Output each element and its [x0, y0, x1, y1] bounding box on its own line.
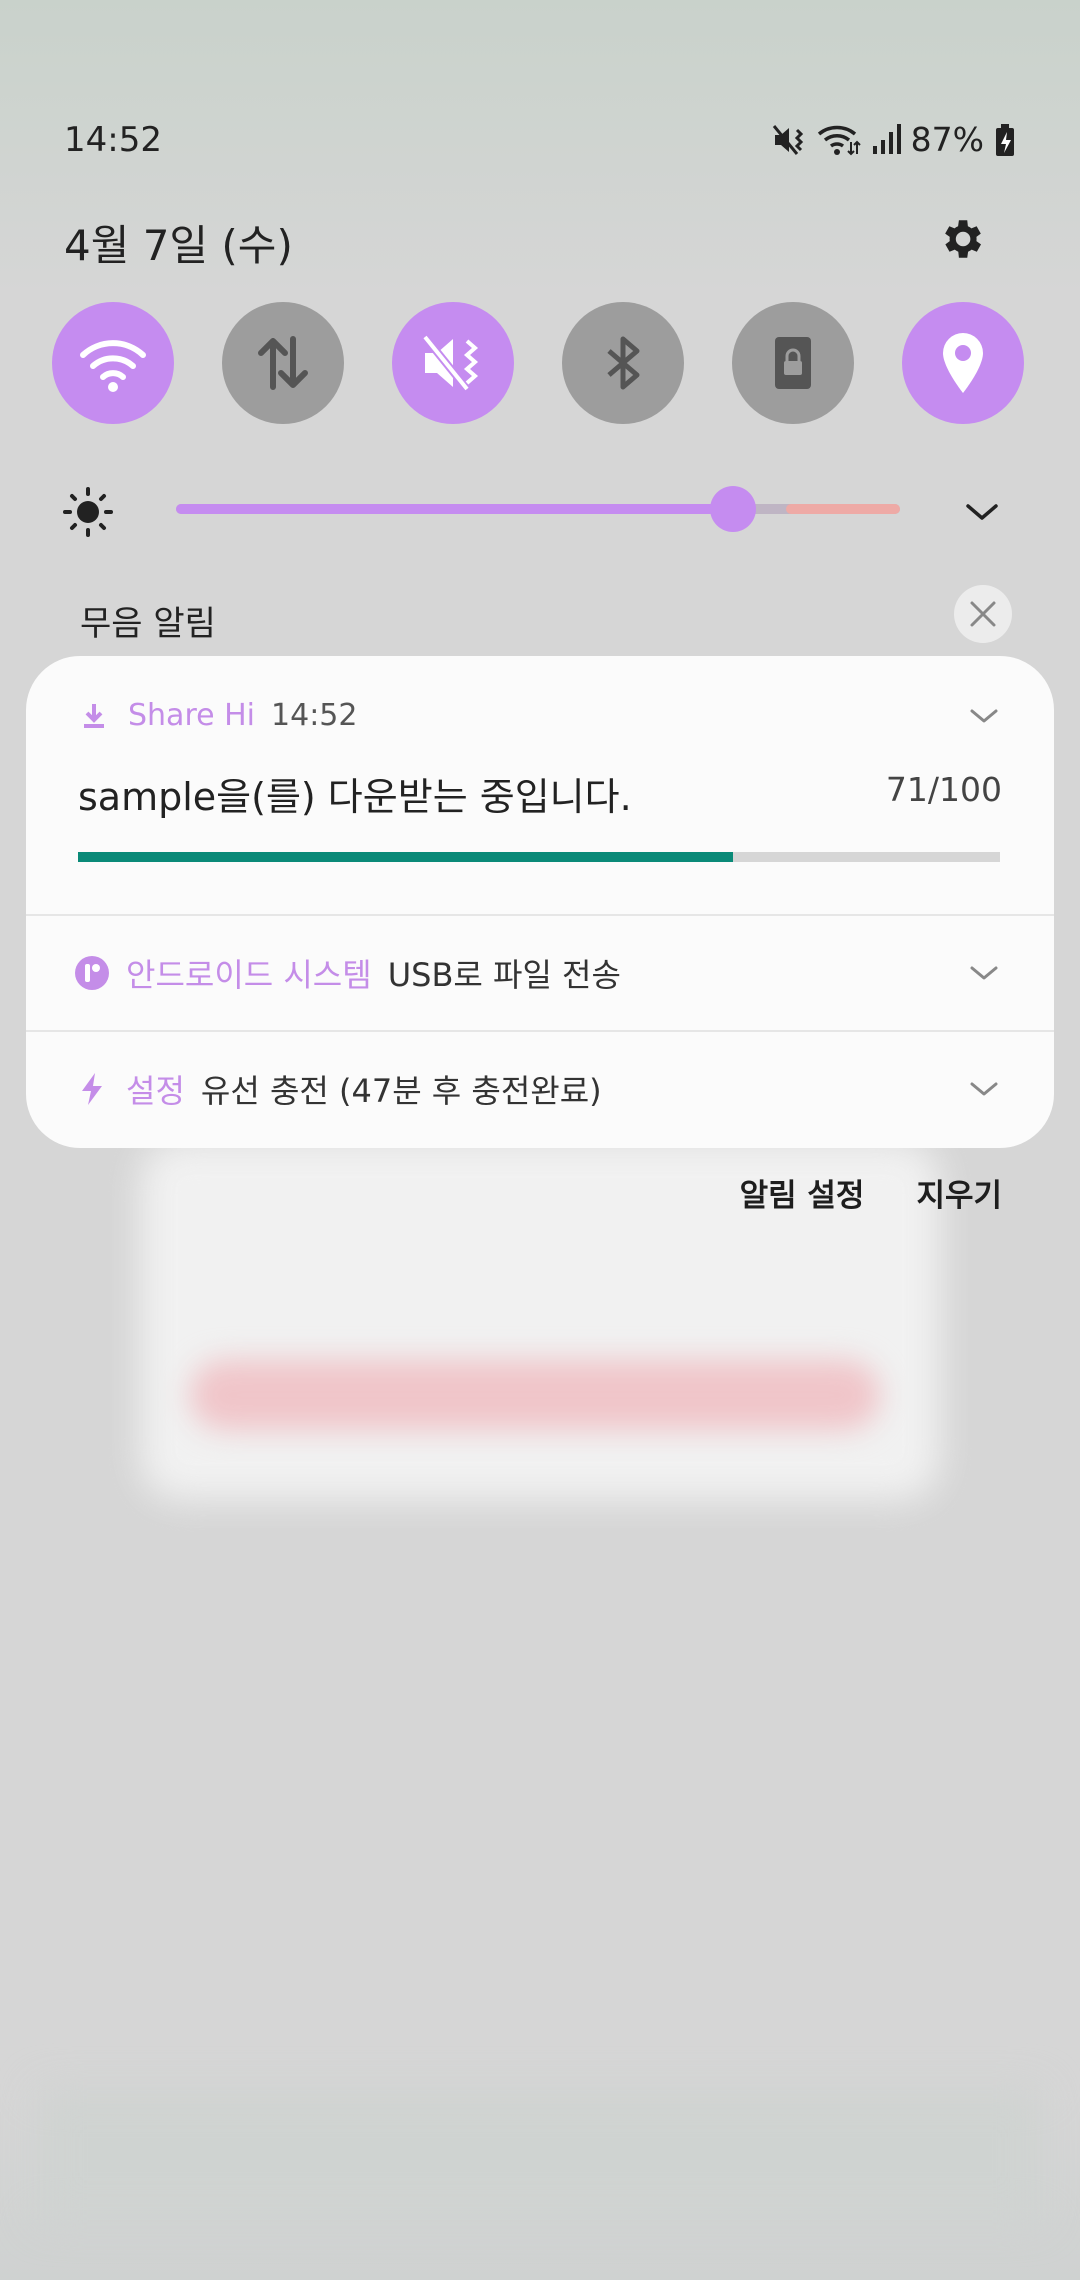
sound-toggle[interactable] [392, 302, 514, 424]
brightness-icon [63, 487, 113, 537]
download-progress-fill [78, 852, 733, 862]
background-blur-bar [190, 1360, 880, 1430]
location-toggle[interactable] [902, 302, 1024, 424]
notification-header: Share Hi 14:52 [78, 698, 357, 733]
notification-settings-button[interactable]: 알림 설정 [740, 1170, 865, 1215]
brightness-slider-thumb[interactable] [710, 486, 757, 532]
section-title: 무음 알림 [80, 604, 216, 644]
chevron-down-icon[interactable] [962, 492, 1002, 532]
notification-app-name: Share Hi [128, 698, 256, 733]
clear-silent-button[interactable] [954, 585, 1012, 643]
status-bar: 14:52 87% [64, 120, 1016, 168]
wifi-toggle[interactable] [52, 302, 174, 424]
close-icon [970, 601, 996, 627]
notification-app-name: 안드로이드 시스템 [126, 956, 372, 994]
clear-all-button[interactable]: 지우기 [916, 1170, 1002, 1215]
notification-text: USB로 파일 전송 [387, 956, 621, 994]
progress-count: 71/100 [885, 770, 1002, 809]
notification-footer: 알림 설정 지우기 [740, 1170, 1002, 1215]
status-time: 14:52 [64, 120, 162, 160]
mute-vibrate-icon [421, 334, 479, 392]
brightness-slider-fill [176, 504, 734, 514]
download-icon [84, 703, 104, 728]
download-progress-bar [78, 852, 1000, 862]
mute-vibrate-status-icon [772, 124, 803, 155]
mobile-data-toggle[interactable] [222, 302, 344, 424]
gear-icon[interactable] [936, 214, 986, 264]
notification-app-name: 설정 [126, 1072, 185, 1110]
notification-panel: Share Hi 14:52 sample을(를) 다운받는 중입니다. 71/… [26, 656, 1054, 1148]
chevron-down-icon[interactable] [966, 1071, 1002, 1107]
bluetooth-icon [607, 336, 640, 390]
date-label: 4월 7일 (수) [64, 221, 293, 270]
notification-message: sample을(를) 다운받는 중입니다. [78, 775, 632, 819]
battery-percent: 87% [910, 120, 984, 159]
background-blur-bottom [40, 2090, 1040, 2220]
quick-toggles [52, 302, 1024, 424]
lock-icon [775, 337, 811, 389]
location-icon [943, 333, 983, 393]
notification-text: 유선 충전 (47분 후 충전완료) [200, 1072, 602, 1110]
android-system-icon [74, 955, 110, 991]
charging-icon [74, 1071, 110, 1107]
wifi-status-icon [817, 125, 861, 155]
charging-notification[interactable]: 설정 유선 충전 (47분 후 충전완료) [26, 1032, 1054, 1146]
chevron-down-icon[interactable] [966, 955, 1002, 991]
brightness-slider[interactable] [176, 486, 900, 532]
battery-charging-icon [996, 123, 1014, 156]
usb-notification[interactable]: 안드로이드 시스템 USB로 파일 전송 [26, 916, 1054, 1030]
chevron-down-icon[interactable] [966, 698, 1002, 734]
status-icons: 87% [771, 120, 1016, 159]
data-transfer-icon [258, 336, 308, 390]
rotation-lock-toggle[interactable] [732, 302, 854, 424]
signal-status-icon [872, 123, 901, 154]
brightness-slider-extra [786, 504, 900, 514]
notification-time: 14:52 [271, 698, 358, 733]
download-notification[interactable]: Share Hi 14:52 sample을(를) 다운받는 중입니다. 71/… [26, 656, 1054, 914]
wifi-icon [80, 340, 146, 392]
bluetooth-toggle[interactable] [562, 302, 684, 424]
